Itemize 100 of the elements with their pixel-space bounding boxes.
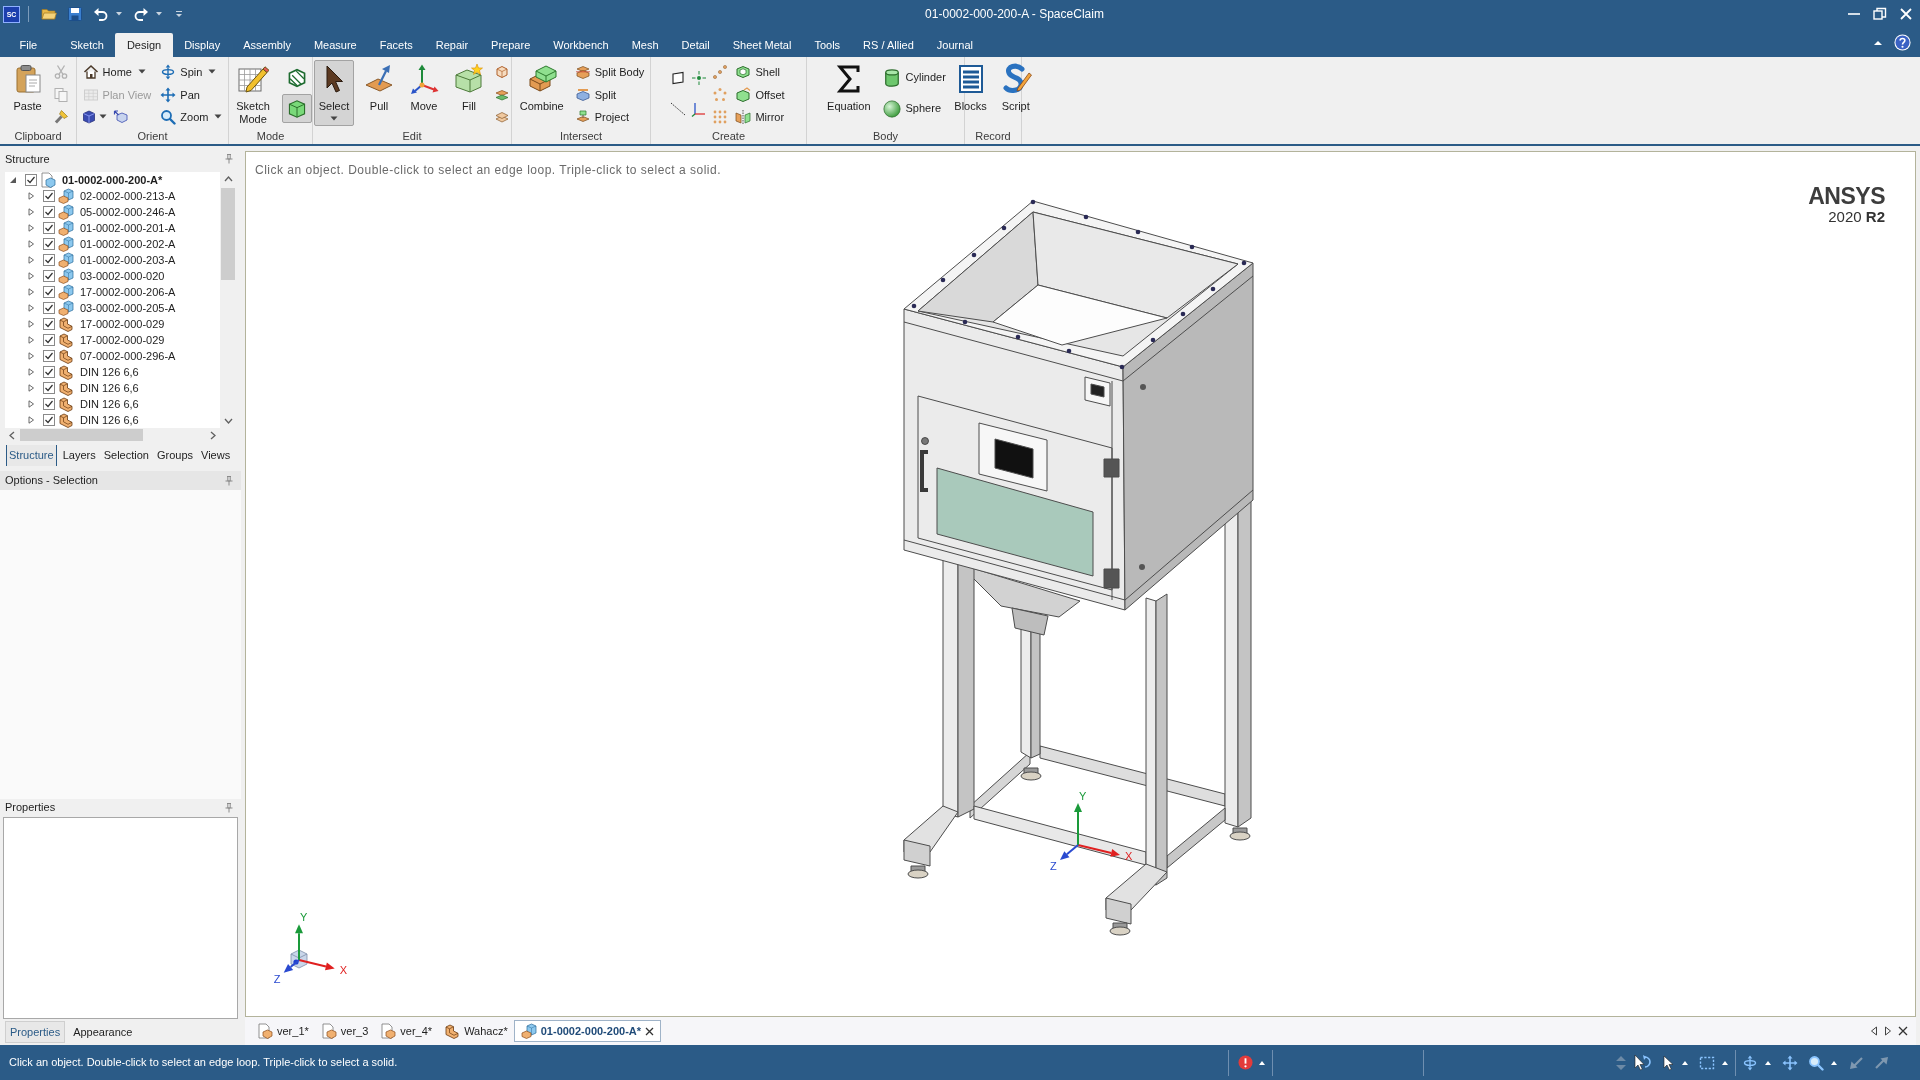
triangle-icon[interactable] [27,192,35,200]
tree-item[interactable]: DIN 126 6,6 [80,396,139,412]
axis-icon[interactable] [691,100,708,117]
ribbon-button[interactable]: Blocks [950,60,991,126]
dashed-line-icon[interactable] [670,100,687,117]
triangle-icon[interactable] [27,304,35,312]
ribbon-button[interactable]: Cylinder [879,67,948,88]
triangle-icon[interactable] [27,352,35,360]
ribbon-tab[interactable]: Sketch [58,33,116,57]
tree-item[interactable]: 01-0002-000-202-A [80,236,176,252]
panel-tab[interactable]: Selection [101,445,151,466]
triangle-icon[interactable] [27,224,35,232]
close-icon[interactable] [1898,6,1914,22]
ribbon-button[interactable]: Paste [7,60,48,126]
triangle-icon[interactable] [27,416,35,424]
cube-icon[interactable] [80,109,97,126]
brush-icon[interactable] [52,109,69,126]
move-arrows-icon[interactable] [1782,1054,1798,1071]
ribbon-tab[interactable]: Measure [302,33,369,57]
tree-item[interactable]: DIN 126 6,6 [80,364,139,380]
document-tab[interactable]: ver_4* [374,1020,439,1042]
tree-item[interactable]: DIN 126 6,6 [80,412,139,428]
checkbox[interactable] [43,254,55,266]
triangle-icon[interactable] [27,272,35,280]
mode-button[interactable] [282,94,312,123]
panel-tab[interactable]: Appearance [69,1021,137,1043]
restore-icon[interactable] [1872,6,1888,22]
checkbox[interactable] [43,302,55,314]
pin-icon[interactable] [225,154,233,164]
ribbon-tab[interactable]: Facets [368,33,425,57]
error-icon[interactable] [1238,1055,1253,1070]
ribbon-button[interactable]: Mirror [733,107,787,128]
ribbon-tab[interactable]: Detail [670,33,722,57]
ribbon-button[interactable]: Home [80,62,148,83]
panel-tab[interactable]: Properties [5,1021,66,1043]
document-tab[interactable]: ver_3 [314,1020,375,1042]
redo-icon[interactable] [133,6,149,22]
ribbon-button[interactable]: Shell [733,62,782,83]
tree-item[interactable]: 01-0002-000-203-A [80,252,176,268]
document-tab[interactable]: 01-0002-000-200-A* [513,1020,662,1042]
tree-item[interactable]: DIN 126 6,6 [80,380,139,396]
triangle-icon[interactable] [27,288,35,296]
box-arrow-icon[interactable] [112,109,129,126]
cursor-icon[interactable] [1663,1054,1675,1071]
panel-tab[interactable]: Layers [60,445,98,466]
scrollbar-thumb[interactable] [20,429,143,441]
caret-down-icon[interactable] [115,10,123,18]
triangle-icon[interactable] [27,400,35,408]
checkbox[interactable] [43,190,55,202]
next-icon[interactable] [1884,1026,1892,1036]
tree-item[interactable]: 02-0002-000-213-A [80,188,176,204]
checkbox[interactable] [43,286,55,298]
ribbon-button[interactable]: Zoom [158,107,225,128]
checkbox[interactable] [43,334,55,346]
folder-icon[interactable] [41,6,57,22]
ribbon-tab[interactable]: Display [172,33,232,57]
close-icon[interactable] [1898,1026,1908,1036]
ribbon-tab[interactable]: Assembly [231,33,303,57]
document-tab[interactable]: Wahacz* [438,1020,514,1042]
dot-grid-icon[interactable] [712,109,729,126]
tree-item[interactable]: 03-0002-000-020 [80,268,165,284]
ribbon-button[interactable]: Spin [158,62,219,83]
checkbox[interactable] [43,414,55,426]
previous-icon[interactable] [1870,1026,1878,1036]
selection-box-icon[interactable] [1699,1054,1715,1071]
ribbon-button[interactable]: Pull [359,60,399,126]
triangle-icon[interactable] [27,256,35,264]
ribbon-tab[interactable]: Workbench [541,33,621,57]
triangle-icon[interactable] [27,208,35,216]
rotate-arrows-icon[interactable] [1742,1054,1758,1071]
panel-tab[interactable]: Views [199,445,233,466]
panel-tab[interactable]: Groups [154,445,195,466]
checkbox[interactable] [43,238,55,250]
triangle-icon[interactable] [27,336,35,344]
customize-icon[interactable] [175,10,183,18]
help-icon[interactable] [1894,34,1911,51]
tree-item[interactable]: 05-0002-000-246-A [80,204,176,220]
checkbox[interactable] [43,206,55,218]
checkbox[interactable] [43,366,55,378]
tree-item[interactable]: 17-0002-000-029 [80,332,165,348]
ribbon-button[interactable]: Split Body [572,62,647,83]
cursor-rotate-icon[interactable] [1633,1053,1653,1072]
ribbon-tab[interactable]: RS / Allied [851,33,926,57]
tree-item[interactable]: 17-0002-000-206-A [80,284,176,300]
triangle-icon[interactable] [27,368,35,376]
save-icon[interactable] [67,6,83,22]
checkbox[interactable] [43,318,55,330]
checkbox[interactable] [43,382,55,394]
ribbon-tab[interactable]: Design [115,33,173,57]
checkbox[interactable] [43,350,55,362]
magnifier-icon[interactable] [1808,1054,1824,1071]
ribbon-tab[interactable]: Sheet Metal [721,33,803,57]
tree-item[interactable]: 01-0002-000-201-A [80,220,176,236]
dot-ring-icon[interactable] [712,86,729,103]
tree-item[interactable]: 03-0002-000-205-A [80,300,176,316]
checkbox[interactable] [43,398,55,410]
ribbon-button[interactable]: Script [995,60,1036,126]
ribbon-button[interactable]: Offset [733,84,787,105]
pin-icon[interactable] [225,475,233,486]
ribbon-button[interactable]: Select [314,60,354,126]
